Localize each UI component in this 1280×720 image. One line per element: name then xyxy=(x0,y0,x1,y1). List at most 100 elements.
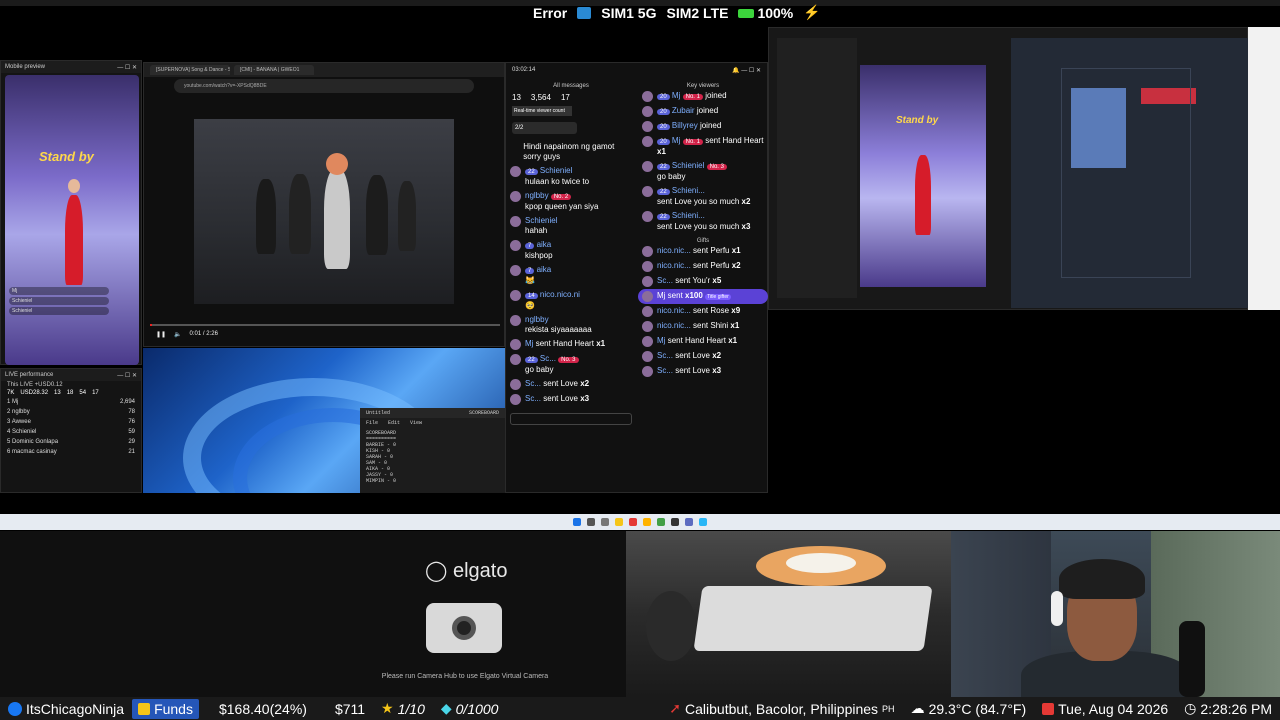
app-icon[interactable] xyxy=(699,518,707,526)
search-icon[interactable] xyxy=(587,518,595,526)
chat-message: 7 aika 😹 xyxy=(506,263,636,288)
chat-message: 22 Sc... No. 3 go baby xyxy=(506,352,636,377)
chat-input[interactable] xyxy=(510,413,632,425)
webcam-feed xyxy=(951,531,1280,697)
volume-icon[interactable]: 🔈 xyxy=(174,331,181,338)
avatar xyxy=(510,394,521,405)
key-viewer-event: 22 Schieniel No. 3 go baby xyxy=(638,159,768,184)
notepad-window[interactable]: Untitled SCOREBOARD File Edit View SCORE… xyxy=(360,408,505,493)
browser-icon[interactable] xyxy=(629,518,637,526)
mobile-preview-title: Mobile preview xyxy=(5,64,46,70)
key-viewer-event: 20 Mj No. 1 sent Hand Heart x1 xyxy=(638,134,768,159)
avatar xyxy=(510,191,521,202)
live-chat-panel[interactable]: 03:02:14 🔔 — ☐ ✕ All messages 13 3,564 1… xyxy=(505,62,768,493)
browser-tab[interactable]: [SUPERNOVA] Song & Dance - Sou xyxy=(150,65,230,75)
mobile-preview-titlebar[interactable]: Mobile preview — ☐ ✕ xyxy=(1,61,141,73)
key-viewer-event: 20 Zubair joined xyxy=(638,104,768,119)
pinned-counter: 2/2 xyxy=(512,122,577,134)
obs-left-panel xyxy=(777,38,857,298)
elgato-logo: ◯ elgato xyxy=(425,560,508,582)
sim1-label: SIM1 5G xyxy=(601,4,657,21)
stat: 17 xyxy=(92,390,99,396)
app-icon[interactable] xyxy=(671,518,679,526)
overlay-line: Mj xyxy=(9,287,109,295)
browser-window[interactable]: [SUPERNOVA] Song & Dance - Sou [CMI] - B… xyxy=(143,62,505,347)
video-controls: ❚❚ 🔈 0:01 / 2:26 xyxy=(148,324,500,344)
notepad-title: Untitled xyxy=(366,410,391,416)
browser-tab[interactable]: [CMI] - BANANA | GWEO1 xyxy=(234,65,314,75)
gift-event: Mj sent Hand Heart x1 xyxy=(638,334,768,349)
gem-icon: ◆ xyxy=(440,700,452,716)
avatar xyxy=(510,265,521,276)
dialog-frame xyxy=(1061,68,1191,278)
stat: 54 xyxy=(79,390,87,396)
address-bar[interactable]: youtube.com/watch?v=-XPSdQ8BDE xyxy=(174,79,474,93)
avatar xyxy=(510,216,521,227)
camera-lens xyxy=(452,616,476,640)
app-icon[interactable] xyxy=(643,518,651,526)
notepad-titlebar[interactable]: Untitled SCOREBOARD xyxy=(360,408,505,418)
likes-count: 17 xyxy=(560,93,570,102)
menu-edit[interactable]: Edit xyxy=(388,420,400,426)
streaming-software-window[interactable]: Stand by xyxy=(768,27,1249,310)
key-viewer-event: 22 Schieni... sent Love you so much x2 xyxy=(638,184,768,209)
notepad-body[interactable]: SCOREBOARD ========== BARBIE - 0 KISH - … xyxy=(360,428,505,486)
sim2-label: SIM2 LTE xyxy=(666,4,729,21)
chat-message: 14 nico.nico.ni 🥺 xyxy=(506,288,636,313)
chat-message: Mj sent Hand Heart x1 xyxy=(506,337,636,352)
mouse xyxy=(646,591,696,661)
battery-label: 100% xyxy=(757,4,794,21)
app-icon[interactable] xyxy=(685,518,693,526)
avatar xyxy=(510,290,521,301)
live-performance-panel: LIVE performance — ☐ ✕ This LIVE +USD0.1… xyxy=(0,368,142,493)
app-icon[interactable] xyxy=(657,518,665,526)
facebook-icon xyxy=(8,701,22,716)
standby-text: Stand by xyxy=(39,149,94,164)
tooltip: Real-time viewer count xyxy=(512,106,572,116)
window-controls[interactable]: — ☐ ✕ xyxy=(117,64,137,71)
dancer-figure xyxy=(398,181,416,251)
dancer-figure xyxy=(256,179,276,254)
taskview-icon[interactable] xyxy=(601,518,609,526)
status-bar: Error SIM1 5G SIM2 LTE 100% ⚡ xyxy=(533,4,821,21)
leaderboard-row: 2 nglbby 78 xyxy=(7,409,135,415)
headset xyxy=(1051,591,1063,626)
coin-icon xyxy=(138,702,151,715)
live-stats: 7K USD28.32 13 18 54 17 xyxy=(1,389,141,397)
leaderboard-row: 1 Mj 2,694 xyxy=(7,399,135,405)
key-viewers-column: Key viewers 20 Mj No. 1 joined 20 Zubair… xyxy=(638,83,768,379)
gift-event: Sc... sent Love x3 xyxy=(638,364,768,379)
leaderboard-row: 6 macmac casinay 21 xyxy=(7,449,135,455)
chat-message: 22 Schieniel hulaan ko twice to xyxy=(506,164,636,189)
video-time: 0:01 / 2:26 xyxy=(189,331,218,337)
mobile-preview-window[interactable]: Mobile preview — ☐ ✕ Stand by Mj Schieni… xyxy=(0,60,142,365)
chat-message: Sc... sent Love x2 xyxy=(506,377,636,392)
funds-badge: Funds xyxy=(132,698,199,719)
dancer-figure xyxy=(366,175,388,255)
folder-icon[interactable] xyxy=(615,518,623,526)
chat-message: Schieniel hahah xyxy=(506,214,636,238)
leaderboard-row: 4 Schieniel 59 xyxy=(7,429,135,435)
key-viewer-event: 22 Schieni... sent Love you so much x3 xyxy=(638,209,768,234)
leaderboard-row: 5 Dominic Gonlapa 29 xyxy=(7,439,135,445)
start-icon[interactable] xyxy=(573,518,581,526)
mobile-chat-overlay: Mj Schieniel Schieniel xyxy=(9,285,109,345)
side-window-edge xyxy=(1248,27,1280,310)
notepad-header: SCOREBOARD xyxy=(468,410,499,416)
window-controls[interactable]: 🔔 — ☐ ✕ xyxy=(732,67,761,74)
video-player[interactable] xyxy=(194,119,454,304)
overlay-line: Schieniel xyxy=(9,307,109,315)
chat-message: Sc... sent Love x3 xyxy=(506,392,636,407)
window-controls[interactable]: — ☐ ✕ xyxy=(117,372,137,379)
viewer-stats: 13 3,564 17 xyxy=(506,89,636,106)
pause-icon[interactable]: ❚❚ xyxy=(156,331,166,338)
dancer-head xyxy=(326,153,348,175)
live-performance-titlebar[interactable]: LIVE performance — ☐ ✕ xyxy=(1,369,141,381)
gift-event-highlight: Mj sent x100 Title gifter xyxy=(638,289,768,304)
chat-message: 7 aika kishpop xyxy=(506,238,636,263)
menu-view[interactable]: View xyxy=(410,420,422,426)
menu-file[interactable]: File xyxy=(366,420,378,426)
gift-event: nico.nic... sent Shini x1 xyxy=(638,319,768,334)
browser-tabs[interactable]: [SUPERNOVA] Song & Dance - Sou [CMI] - B… xyxy=(144,63,504,77)
leaderboard-row: 3 Awwee 76 xyxy=(7,419,135,425)
